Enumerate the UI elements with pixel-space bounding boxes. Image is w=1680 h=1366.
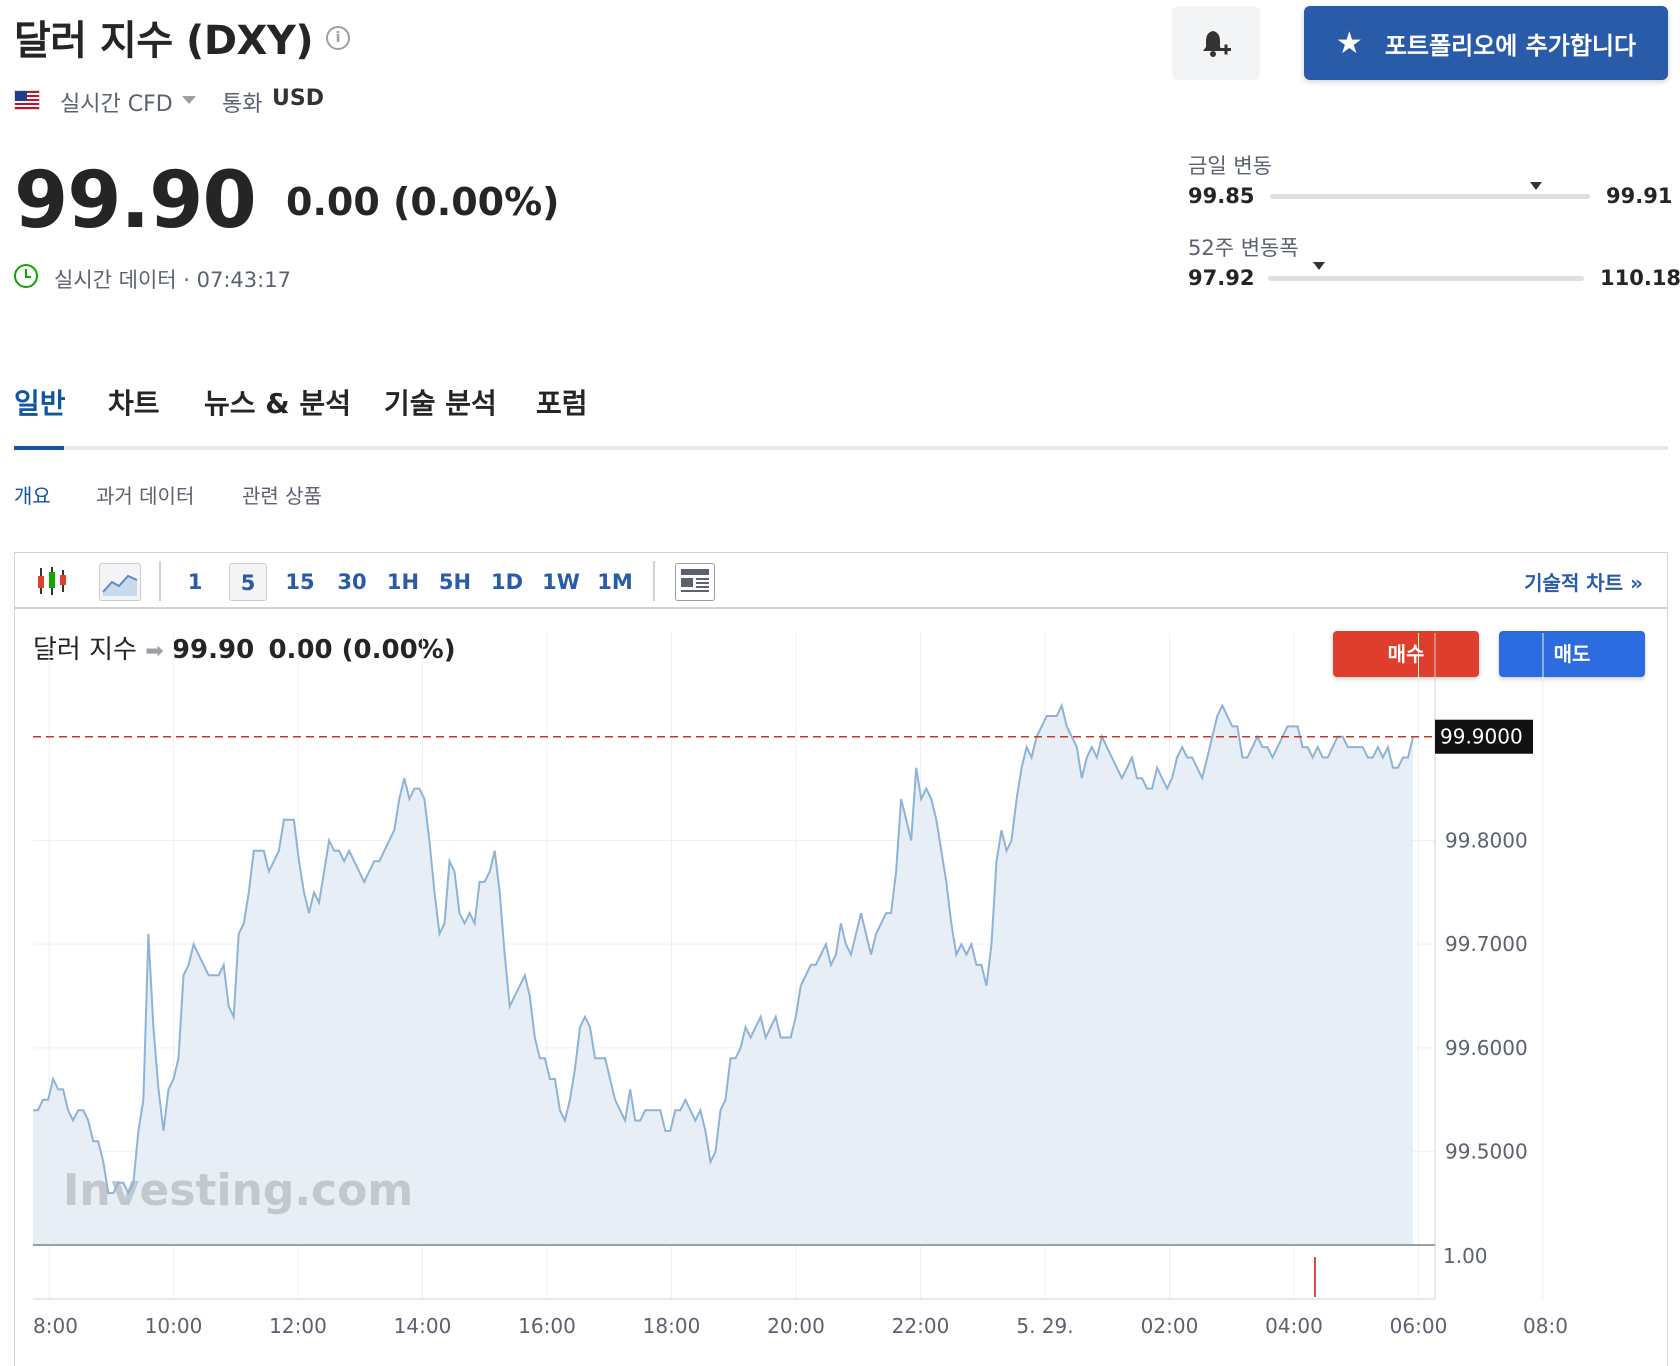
x-tick-label: 04:00 [1265, 1314, 1323, 1338]
volume-axis-label: 1.00 [1443, 1244, 1488, 1268]
currency-value: USD [272, 86, 324, 111]
realtime-cfd-label[interactable]: 실시간 CFD [60, 86, 173, 118]
x-tick-label: 10:00 [145, 1314, 203, 1338]
star-icon: ★ [1335, 25, 1363, 61]
chevron-down-icon[interactable] [182, 96, 196, 104]
info-icon[interactable]: i [326, 26, 350, 50]
add-to-portfolio-button[interactable]: ★ 포트폴리오에 추가합니다 [1304, 6, 1668, 80]
tab-general[interactable]: 일반 [14, 382, 66, 422]
x-tick-label: 18:00 [643, 1314, 701, 1338]
y-tick-label: 99.5000 [1445, 1140, 1528, 1164]
week52-range-high: 110.18 [1600, 266, 1680, 290]
tab-technical[interactable]: 기술 분석 [384, 382, 497, 422]
add-to-portfolio-label: 포트폴리오에 추가합니다 [1384, 31, 1637, 60]
y-tick-label: 99.8000 [1445, 828, 1528, 852]
us-flag-icon [14, 90, 40, 110]
day-range-bar [1270, 194, 1590, 199]
tab-chart[interactable]: 차트 [108, 382, 160, 422]
live-data-time: 실시간 데이터 · 07:43:17 [54, 268, 291, 292]
page-title: 달러 지수 (DXY) [14, 18, 314, 64]
subtab-related[interactable]: 관련 상품 [242, 480, 322, 509]
day-range-low: 99.85 [1188, 184, 1255, 208]
x-tick-label: 08:0 [1523, 1314, 1568, 1338]
x-tick-label: 16:00 [518, 1314, 576, 1338]
day-range-label: 금일 변동 [1188, 154, 1272, 178]
x-tick-label: 02:00 [1141, 1314, 1199, 1338]
week52-range-marker [1312, 262, 1325, 270]
x-tick-label: 20:00 [767, 1314, 825, 1338]
bell-plus-icon [1203, 31, 1231, 57]
tab-divider [14, 446, 1668, 450]
x-tick-label: 12:00 [269, 1314, 327, 1338]
week52-range-label: 52주 변동폭 [1188, 236, 1299, 260]
day-range-marker [1529, 182, 1542, 190]
last-price: 99.90 [14, 156, 257, 246]
tab-news-analysis[interactable]: 뉴스 & 분석 [204, 382, 351, 422]
day-range-high: 99.91 [1606, 184, 1673, 208]
week52-range-low: 97.92 [1188, 266, 1255, 290]
chart-widget: 1 5 15 30 1H 5H 1D 1W 1M 기술적 차트 » 달러 지수 … [14, 552, 1668, 1366]
x-tick-label: 22:00 [892, 1314, 950, 1338]
alert-button[interactable] [1172, 6, 1260, 80]
x-tick-label: 14:00 [394, 1314, 452, 1338]
price-chart[interactable]: Investing.com 99.9000 99.800099.700099.6… [15, 553, 1667, 1366]
subtab-overview[interactable]: 개요 [14, 480, 51, 509]
week52-range-bar [1268, 276, 1584, 281]
current-price-tag: 99.9000 [1435, 719, 1533, 754]
tab-active-indicator [14, 446, 64, 450]
current-price-label: 99.9000 [1440, 725, 1523, 749]
currency-label: 통화 [222, 92, 263, 117]
y-tick-label: 99.7000 [1445, 932, 1528, 956]
price-change: 0.00 (0.00%) [286, 180, 560, 224]
tab-forum[interactable]: 포럼 [536, 382, 588, 422]
subtab-historical-data[interactable]: 과거 데이터 [96, 480, 194, 509]
x-tick-label: 8:00 [33, 1314, 78, 1338]
y-tick-label: 99.6000 [1445, 1036, 1528, 1060]
clock-icon [14, 264, 38, 288]
x-tick-label: 06:00 [1390, 1314, 1448, 1338]
x-tick-label: 5. 29. [1016, 1314, 1073, 1338]
